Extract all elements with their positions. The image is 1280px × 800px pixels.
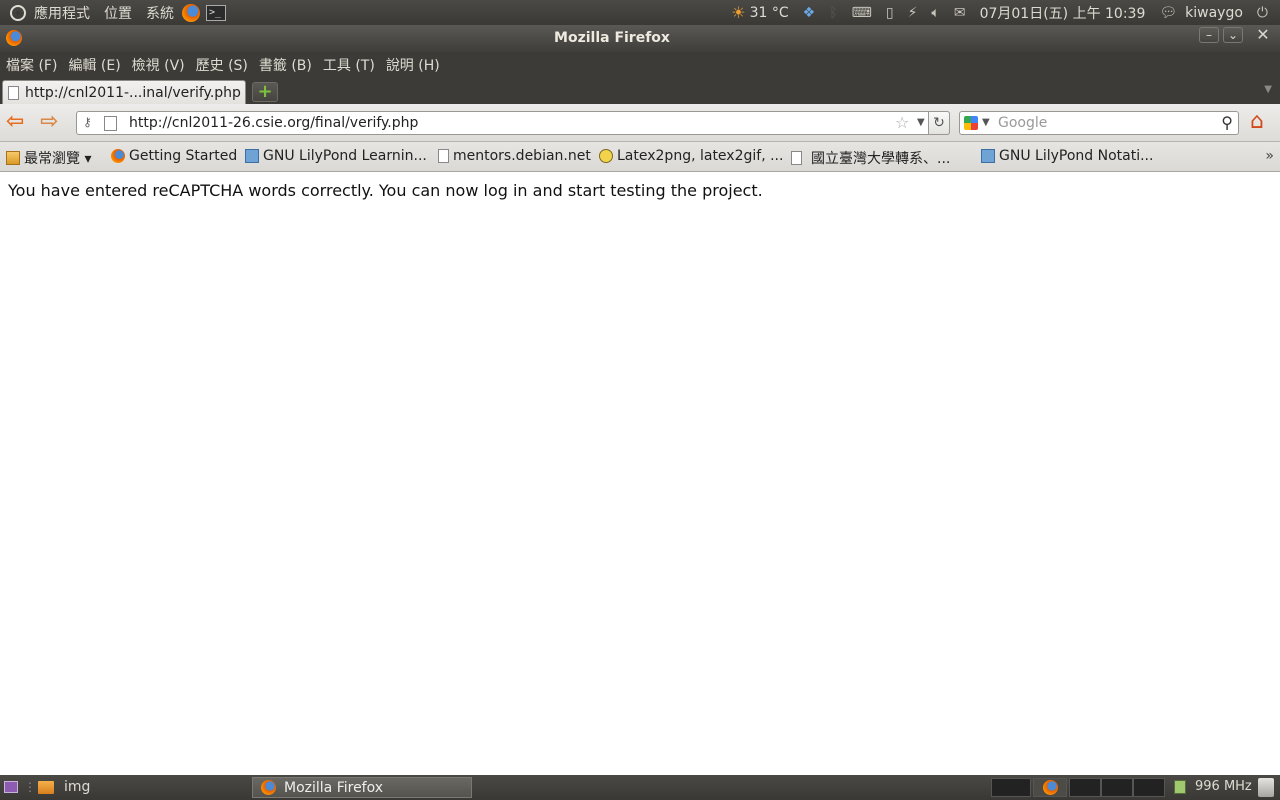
bookmark-lilypond-learning[interactable]: GNU LilyPond Learnin...: [245, 148, 427, 164]
verify-message: You have entered reCAPTCHA words correct…: [8, 181, 763, 200]
top-panel: 應用程式 位置 系統 >_ ☀ 31 °C ❖ ᛒ ⌨ ▯ ⚡ 🔈︎ ✉ 07月…: [0, 0, 1280, 25]
menu-system[interactable]: 系統: [146, 3, 174, 23]
workspace-2[interactable]: [1033, 778, 1067, 797]
navigation-toolbar: ⇦ ⇨ ⚷ http://cnl2011-26.csie.org/final/v…: [0, 104, 1280, 142]
firefox-icon: [1043, 780, 1058, 795]
bookmark-latex2png[interactable]: Latex2png, latex2gif, ...: [599, 148, 783, 164]
tab-page-icon: [8, 85, 19, 100]
tab-list-icon[interactable]: ▼: [1264, 84, 1272, 95]
taskbar-item-img[interactable]: img: [38, 779, 90, 795]
username[interactable]: kiwaygo: [1185, 5, 1243, 21]
firefox-launcher-icon[interactable]: [182, 3, 200, 22]
tab-strip: http://cnl2011-...inal/verify.php + ▼: [0, 78, 1280, 104]
url-input[interactable]: http://cnl2011-26.csie.org/final/verify.…: [129, 115, 418, 131]
window-titlebar[interactable]: Mozilla Firefox – ⌄ ✕: [0, 25, 1280, 52]
network-icon[interactable]: ⚡: [908, 5, 918, 21]
weather-icon[interactable]: ☀: [731, 3, 745, 22]
menu-places[interactable]: 位置: [104, 3, 132, 23]
weather-temp[interactable]: 31 °C: [750, 5, 789, 21]
mail-icon[interactable]: ✉: [954, 5, 966, 21]
bookmark-most-visited[interactable]: 最常瀏覽 ▾: [6, 148, 91, 168]
latex-icon: [599, 149, 613, 163]
home-icon[interactable]: ⌂: [1250, 110, 1264, 134]
firefox-icon: [261, 780, 276, 795]
firefox-icon: [111, 149, 125, 163]
reload-button[interactable]: ↻: [928, 111, 950, 135]
dropbox-icon[interactable]: ❖: [803, 5, 816, 21]
search-bar[interactable]: ▼ Google ⚲: [959, 111, 1239, 135]
bookmark-getting-started[interactable]: Getting Started: [111, 148, 237, 164]
folder-icon: [6, 151, 20, 165]
search-icon[interactable]: ⚲: [1221, 113, 1233, 132]
bookmark-mentors-debian[interactable]: mentors.debian.net: [438, 148, 591, 164]
tab-verify[interactable]: http://cnl2011-...inal/verify.php: [2, 80, 246, 104]
clock[interactable]: 07月01日(五) 上午 10:39: [980, 3, 1146, 23]
bookmarks-toolbar: 最常瀏覽 ▾ Getting Started GNU LilyPond Lear…: [0, 142, 1280, 172]
menu-help[interactable]: 說明 (H): [386, 55, 440, 75]
page-content: You have entered reCAPTCHA words correct…: [0, 172, 1280, 775]
chat-status-icon[interactable]: 💬︎: [1159, 5, 1177, 21]
show-desktop-icon[interactable]: [4, 781, 18, 793]
taskbar-item-firefox[interactable]: Mozilla Firefox: [252, 777, 472, 798]
bluetooth-icon[interactable]: ᛒ: [829, 5, 837, 21]
bottom-panel: ⋮ img Mozilla Firefox 996 MHz: [0, 775, 1280, 800]
terminal-launcher-icon[interactable]: >_: [206, 4, 226, 21]
page-icon: [791, 151, 802, 165]
lilypond-icon: [981, 149, 995, 163]
power-icon[interactable]: ⏻: [1257, 5, 1268, 21]
search-engine-dropdown-icon[interactable]: ▼: [982, 117, 990, 128]
workspace-3[interactable]: [1069, 778, 1101, 797]
menu-tools[interactable]: 工具 (T): [323, 55, 375, 75]
key-icon[interactable]: ⚷: [83, 115, 92, 129]
workspace-5[interactable]: [1133, 778, 1165, 797]
cpu-frequency-icon[interactable]: [1174, 780, 1186, 794]
google-icon[interactable]: [964, 116, 978, 130]
tab-label: http://cnl2011-...inal/verify.php: [25, 84, 241, 101]
trash-icon[interactable]: [1258, 778, 1274, 797]
page-icon: [438, 149, 449, 163]
maximize-button[interactable]: ⌄: [1223, 27, 1243, 43]
cpu-frequency[interactable]: 996 MHz: [1195, 779, 1252, 794]
menu-file[interactable]: 檔案 (F): [6, 55, 57, 75]
page-icon: [104, 116, 117, 131]
panel-handle-icon[interactable]: ⋮: [24, 780, 36, 794]
back-button[interactable]: ⇦: [6, 111, 24, 133]
menu-edit[interactable]: 編輯 (E): [68, 55, 120, 75]
new-tab-button[interactable]: +: [252, 82, 278, 102]
volume-icon[interactable]: 🔈︎: [931, 5, 939, 21]
menu-bookmarks[interactable]: 書籤 (B): [259, 55, 312, 75]
chevron-right-icon[interactable]: »: [1265, 148, 1274, 164]
menubar: 檔案 (F) 編輯 (E) 檢視 (V) 歷史 (S) 書籤 (B) 工具 (T…: [0, 52, 1280, 78]
search-input[interactable]: Google: [998, 115, 1047, 131]
close-window-button[interactable]: ✕: [1253, 27, 1273, 43]
window-title: Mozilla Firefox: [554, 30, 670, 46]
folder-icon: [38, 780, 54, 794]
workspace-4[interactable]: [1101, 778, 1133, 797]
url-history-dropdown-icon[interactable]: ▼: [917, 117, 925, 128]
workspace-1[interactable]: [991, 778, 1031, 797]
menu-history[interactable]: 歷史 (S): [196, 55, 248, 75]
url-bar[interactable]: ⚷ http://cnl2011-26.csie.org/final/verif…: [76, 111, 950, 135]
minimize-button[interactable]: –: [1199, 27, 1219, 43]
menu-applications[interactable]: 應用程式: [34, 3, 90, 23]
bookmark-ntu-transfer[interactable]: 國立臺灣大學轉系、...: [791, 148, 950, 168]
ubuntu-logo-icon[interactable]: [10, 4, 26, 21]
forward-button[interactable]: ⇨: [40, 111, 58, 133]
menu-view[interactable]: 檢視 (V): [132, 55, 185, 75]
lilypond-icon: [245, 149, 259, 163]
bookmark-star-icon[interactable]: ☆: [895, 113, 909, 132]
keyboard-icon[interactable]: ⌨: [852, 5, 872, 21]
bookmark-lilypond-notation[interactable]: GNU LilyPond Notati...: [981, 148, 1153, 164]
battery-icon[interactable]: ▯: [886, 5, 894, 21]
